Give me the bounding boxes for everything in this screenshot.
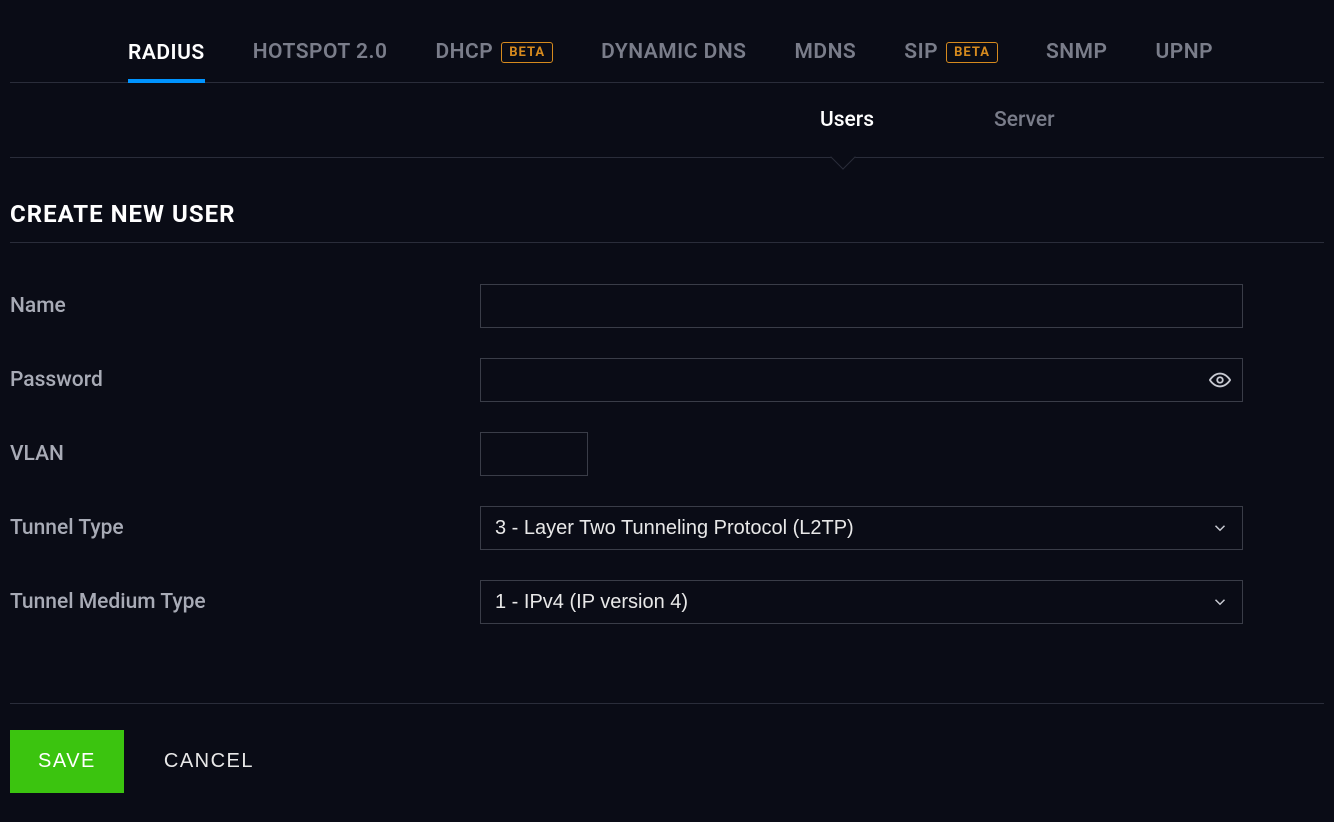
top-tab-bar: RADIUS HOTSPOT 2.0 DHCP BETA DYNAMIC DNS… [10, 0, 1324, 83]
sub-tab-bar: Users Server [10, 83, 1324, 158]
tab-sip[interactable]: SIP BETA [904, 40, 998, 82]
tunnel-type-label: Tunnel Type [10, 516, 480, 540]
page-title: CREATE NEW USER [10, 200, 1324, 228]
sub-tab-server[interactable]: Server [994, 108, 1055, 132]
name-label: Name [10, 294, 480, 318]
tab-label: DHCP [435, 40, 493, 64]
tab-label: SNMP [1046, 40, 1108, 64]
tab-label: SIP [904, 40, 938, 64]
password-label: Password [10, 368, 480, 392]
tab-label: RADIUS [128, 41, 205, 65]
beta-badge: BETA [501, 42, 553, 63]
tunnel-medium-type-label: Tunnel Medium Type [10, 590, 480, 614]
vlan-input[interactable] [480, 432, 588, 476]
name-input[interactable] [480, 284, 1243, 328]
tab-radius[interactable]: RADIUS [128, 41, 205, 83]
sub-tab-label: Server [994, 108, 1055, 132]
beta-badge: BETA [946, 42, 998, 63]
form-row-tunnel-type: Tunnel Type 3 - Layer Two Tunneling Prot… [10, 491, 1324, 565]
tab-dhcp[interactable]: DHCP BETA [435, 40, 553, 82]
tunnel-medium-type-select[interactable]: 1 - IPv4 (IP version 4) [480, 580, 1243, 624]
tab-label: HOTSPOT 2.0 [253, 40, 388, 64]
tab-label: UPNP [1155, 40, 1213, 64]
tab-mdns[interactable]: MDNS [795, 40, 857, 82]
create-user-form: Name Password VLAN Tunnel Type 3 - Layer… [10, 243, 1324, 639]
tab-upnp[interactable]: UPNP [1155, 40, 1213, 82]
tab-snmp[interactable]: SNMP [1046, 40, 1108, 82]
sub-tab-label: Users [820, 108, 874, 132]
save-button[interactable]: SAVE [10, 730, 124, 793]
cancel-button[interactable]: CANCEL [164, 750, 254, 773]
form-row-password: Password [10, 343, 1324, 417]
tab-label: DYNAMIC DNS [601, 40, 746, 64]
form-row-tunnel-medium-type: Tunnel Medium Type 1 - IPv4 (IP version … [10, 565, 1324, 639]
vlan-label: VLAN [10, 442, 480, 466]
tab-dynamic-dns[interactable]: DYNAMIC DNS [601, 40, 746, 82]
tab-label: MDNS [795, 40, 857, 64]
password-input[interactable] [480, 358, 1243, 402]
form-row-name: Name [10, 269, 1324, 343]
form-row-vlan: VLAN [10, 417, 1324, 491]
form-actions: SAVE CANCEL [0, 704, 1334, 793]
tab-hotspot[interactable]: HOTSPOT 2.0 [253, 40, 388, 82]
tunnel-type-select[interactable]: 3 - Layer Two Tunneling Protocol (L2TP) [480, 506, 1243, 550]
show-password-icon[interactable] [1209, 369, 1231, 391]
sub-tab-users[interactable]: Users [820, 108, 874, 132]
